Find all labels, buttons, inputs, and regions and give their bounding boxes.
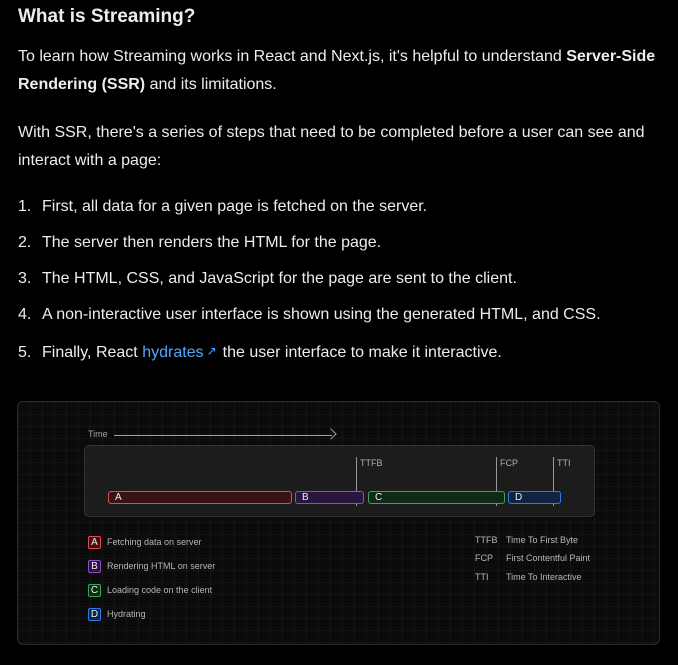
step-text: A non-interactive user interface is show… <box>42 306 601 323</box>
step-text-after: the user interface to make it interactiv… <box>222 344 502 361</box>
abbr-text: Time To First Byte <box>506 535 579 545</box>
step-text: First, all data for a given page is fetc… <box>42 198 428 215</box>
intro-text-before: To learn how Streaming works in React an… <box>18 48 567 65</box>
step-number: 2. <box>18 234 32 251</box>
abbr-key: TTI <box>475 572 489 582</box>
step-item-1: 1. First, all data for a given page is fe… <box>18 196 663 218</box>
page-heading: What is Streaming? <box>18 6 196 27</box>
ssr-paragraph: With SSR, there's a series of steps that… <box>18 124 645 169</box>
legend-key-c: C <box>88 584 101 598</box>
step-text: The server then renders the HTML for the… <box>42 234 382 251</box>
abbr-row-tti: TTI Time To Interactive <box>475 571 582 583</box>
step-text-before: Finally, React <box>42 344 143 361</box>
ttfb-marker-label: TTFB <box>360 458 383 468</box>
time-arrow-icon <box>325 428 337 440</box>
step-number: 3. <box>18 270 32 287</box>
legend-item-a: A Fetching data on server <box>88 535 202 550</box>
bar-b-rendering: B <box>295 491 364 504</box>
abbr-text: First Contentful Paint <box>506 553 591 563</box>
legend-item-b: B Rendering HTML on server <box>88 559 215 574</box>
time-label: Time <box>88 429 108 439</box>
abbr-row-fcp: FCP First Contentful Paint <box>475 552 590 564</box>
bar-a-fetching: A <box>108 491 292 504</box>
legend-text-b: Rendering HTML on server <box>107 561 216 571</box>
hydrates-link[interactable]: hydrates <box>142 344 203 361</box>
legend-item-d: D Hydrating <box>88 607 146 622</box>
legend-key-d: D <box>88 608 101 622</box>
step-item-2: 2. The server then renders the HTML for t… <box>18 232 663 254</box>
legend-key-a: A <box>88 536 101 550</box>
legend-text-d: Hydrating <box>107 609 146 619</box>
step-item-3: 3. The HTML, CSS, and JavaScript for the … <box>18 268 663 290</box>
external-link-icon[interactable]: ↗ <box>207 340 217 362</box>
timeline-panel <box>84 445 595 517</box>
legend-text-c: Loading code on the client <box>107 585 213 595</box>
abbr-key: FCP <box>475 553 493 563</box>
step-item-4: 4. A non-interactive user interface is sh… <box>18 304 663 326</box>
steps-list: 1. First, all data for a given page is fe… <box>18 196 663 376</box>
streaming-diagram: Time TTFB FCP TTI A B C D A Fetching data… <box>17 401 660 645</box>
step-text: The HTML, CSS, and JavaScript for the pa… <box>42 270 517 287</box>
bar-d-hydrating: D <box>508 491 561 504</box>
step-number: 4. <box>18 306 32 323</box>
step-number: 5. <box>18 344 32 361</box>
tti-marker-label: TTI <box>557 458 571 468</box>
bar-c-loading: C <box>368 491 505 504</box>
intro-text-after: and its limitations. <box>145 76 277 93</box>
legend-text-a: Fetching data on server <box>107 537 202 547</box>
legend-item-c: C Loading code on the client <box>88 583 212 598</box>
legend-key-b: B <box>88 560 101 574</box>
step-item-5: 5. Finally, React hydrates ↗ the user inter… <box>18 340 663 362</box>
intro-paragraph: To learn how Streaming works in React an… <box>18 43 663 99</box>
step-number: 1. <box>18 198 32 215</box>
abbr-row-ttfb: TTFB Time To First Byte <box>475 534 578 546</box>
time-axis-line <box>114 435 332 436</box>
abbr-text: Time To Interactive <box>506 572 582 582</box>
fcp-marker-label: FCP <box>500 458 518 468</box>
abbr-key: TTFB <box>475 535 498 545</box>
